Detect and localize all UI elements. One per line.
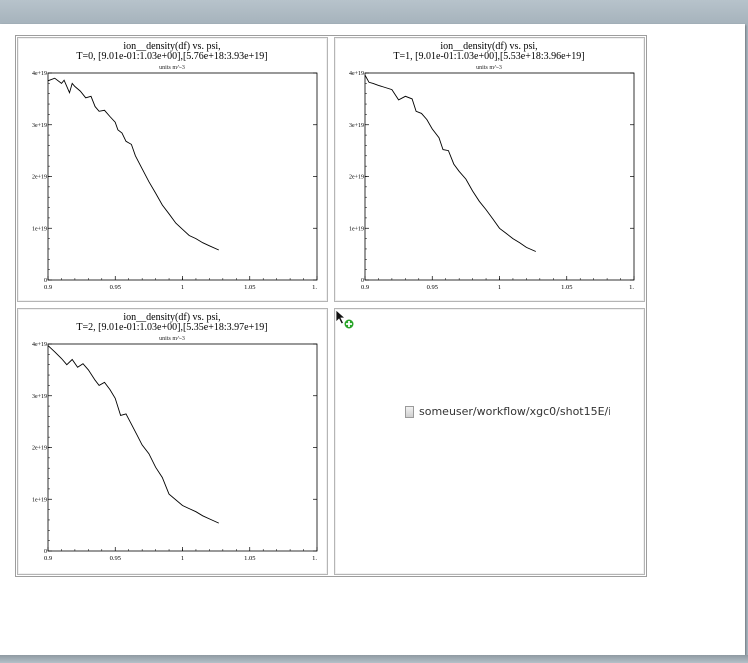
y-tick-label: 4e+19: [349, 71, 364, 77]
units-label: units m^-3: [476, 65, 502, 71]
series-line-0: [47, 345, 219, 524]
y-tick-label: 4e+19: [32, 342, 47, 348]
x-tick-label: 1.05: [561, 284, 572, 291]
x-tick-label: 0.95: [427, 284, 438, 291]
x-tick-label: 0.9: [44, 284, 52, 291]
x-tick-label: 0.95: [110, 284, 121, 291]
plot-frame: [47, 343, 318, 552]
y-tick-label: 1e+19: [32, 497, 47, 503]
plot-panel-t2[interactable]: ion__density(df) vs. psi, T=2, [9.01e-01:…: [17, 308, 328, 575]
x-tick-label: 1.: [312, 284, 317, 291]
x-tick-label: 0.9: [44, 555, 52, 562]
x-tick-label: 0.9: [361, 284, 369, 291]
drop-target-panel[interactable]: someuser/workflow/xgc0/shot15E/image: [334, 308, 645, 575]
dragged-file-path: someuser/workflow/xgc0/shot15E/image: [419, 405, 610, 418]
plot-panel-t0[interactable]: ion__density(df) vs. psi, T=0, [9.01e-01:…: [17, 37, 328, 302]
y-tick-label: 0: [44, 549, 47, 555]
chart-svg-t0: ion__density(df) vs. psi,T=0, [9.01e-01:…: [32, 41, 318, 291]
y-tick-label: 3e+19: [32, 394, 47, 400]
units-label: units m^-3: [159, 336, 185, 342]
file-icon: [405, 405, 414, 418]
window-toolbar: [0, 0, 748, 24]
chart-svg-t2: ion__density(df) vs. psi,T=2, [9.01e-01:…: [32, 312, 318, 562]
x-tick-label: 0.95: [110, 555, 121, 562]
x-tick-label: 1: [181, 284, 184, 291]
y-tick-label: 0: [44, 278, 47, 284]
y-tick-label: 2e+19: [32, 446, 47, 452]
x-tick-label: 1: [498, 284, 501, 291]
y-tick-label: 3e+19: [32, 123, 47, 129]
y-tick-label: 1e+19: [349, 226, 364, 232]
units-label: units m^-3: [159, 65, 185, 71]
series-line-0: [364, 74, 536, 252]
window-bottom-edge: [0, 655, 748, 663]
dragged-file-item[interactable]: someuser/workflow/xgc0/shot15E/image: [405, 405, 610, 418]
x-tick-label: 1.05: [244, 284, 255, 291]
plot-grid: ion__density(df) vs. psi, T=0, [9.01e-01:…: [15, 35, 647, 577]
chart-subtitle: T=2, [9.01e-01:1.03e+00],[5.35e+18:3.97e…: [76, 322, 267, 333]
y-tick-label: 1e+19: [32, 226, 47, 232]
plot-panel-t1[interactable]: ion__density(df) vs. psi, T=1, [9.01e-01:…: [334, 37, 645, 302]
canvas-page: ion__density(df) vs. psi, T=0, [9.01e-01:…: [0, 24, 745, 655]
x-tick-label: 1.05: [244, 555, 255, 562]
chart-svg-t1: ion__density(df) vs. psi,T=1, [9.01e-01:…: [349, 41, 635, 291]
chart-subtitle: T=1, [9.01e-01:1.03e+00],[5.53e+18:3.96e…: [393, 51, 584, 62]
y-tick-label: 0: [361, 278, 364, 284]
series-line-0: [47, 77, 219, 251]
y-tick-label: 4e+19: [32, 71, 47, 77]
y-tick-label: 2e+19: [349, 175, 364, 181]
y-tick-label: 2e+19: [32, 175, 47, 181]
plot-frame: [47, 72, 318, 281]
copy-cursor-icon: [335, 309, 355, 330]
chart-subtitle: T=0, [9.01e-01:1.03e+00],[5.76e+18:3.93e…: [76, 51, 267, 62]
x-tick-label: 1: [181, 555, 184, 562]
x-tick-label: 1.: [629, 284, 634, 291]
x-tick-label: 1.: [312, 555, 317, 562]
plot-frame: [364, 72, 635, 281]
y-tick-label: 3e+19: [349, 123, 364, 129]
